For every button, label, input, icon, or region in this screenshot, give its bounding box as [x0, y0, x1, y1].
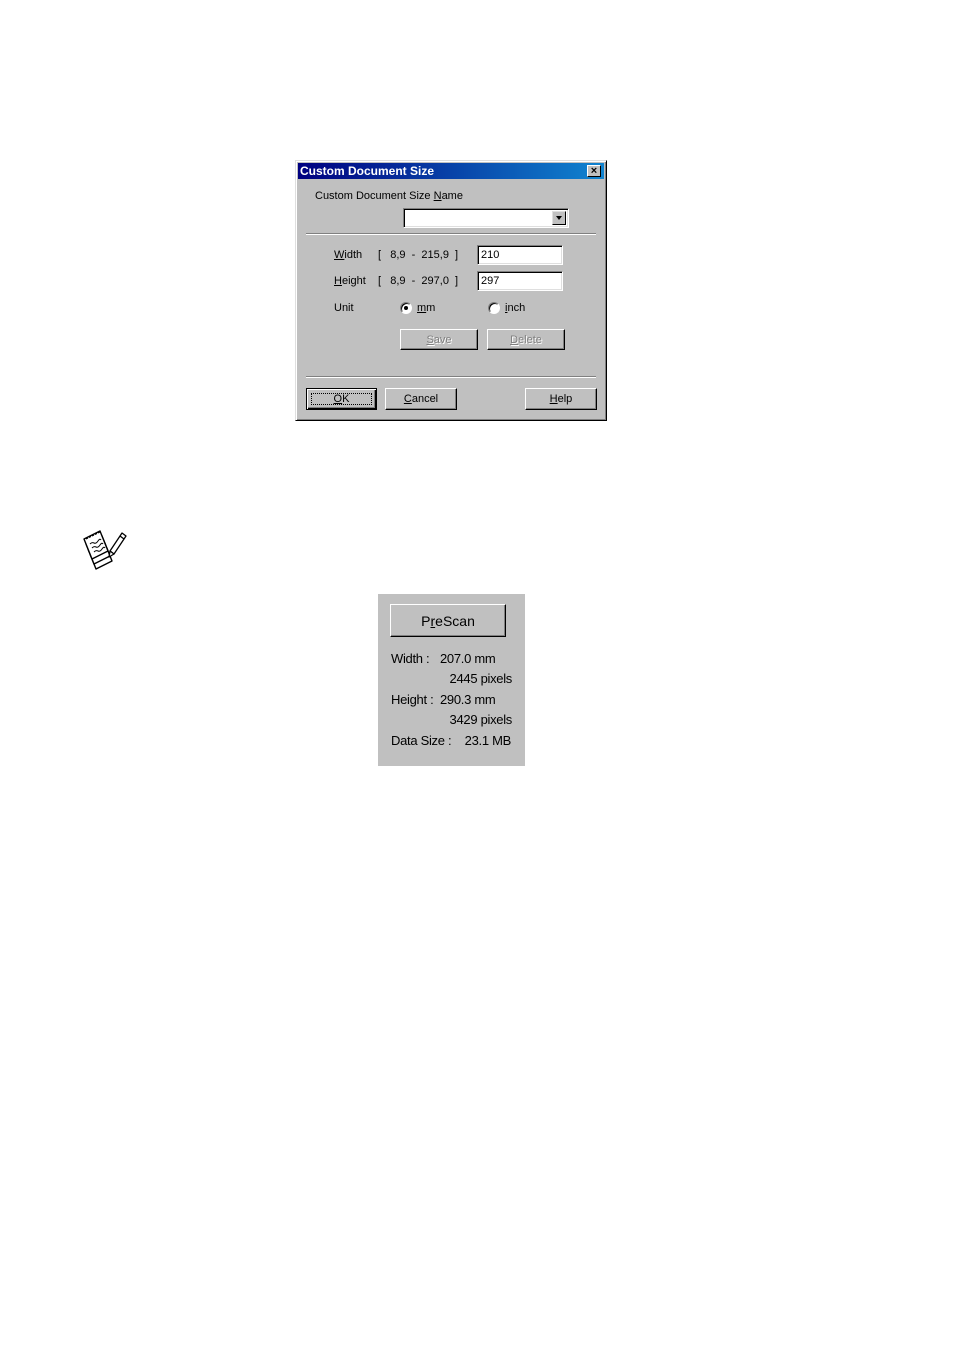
- close-icon: ×: [590, 165, 598, 177]
- prescan-panel: Pr eScan Width : 207.0 mm 2445 pixels Hei…: [378, 594, 525, 766]
- cancel-button[interactable]: Cancel: [385, 388, 457, 410]
- save-rest: ave: [433, 333, 452, 346]
- unit-mm-accel: m: [417, 302, 427, 314]
- size-name-combobox[interactable]: [403, 208, 569, 228]
- height-input[interactable]: [477, 271, 563, 291]
- scan-height-mm: 290.3 mm: [440, 692, 496, 707]
- width-range: [ 8,9 - 215,9 ]: [378, 249, 459, 261]
- ok-rest: K: [342, 393, 350, 405]
- scan-width-mm: 207.0 mm: [440, 651, 496, 666]
- height-label-accel: H: [334, 275, 342, 287]
- size-name-label-rest: ame: [441, 190, 463, 202]
- cancel-accel: C: [403, 393, 412, 405]
- custom-document-size-dialog: Custom Document Size × Custom Document S…: [295, 160, 607, 421]
- note-pencil-icon: [83, 530, 127, 570]
- scan-width-label: Width :: [391, 651, 430, 666]
- separator: [306, 233, 596, 235]
- help-accel: H: [549, 393, 558, 405]
- unit-label: Unit: [334, 302, 354, 314]
- close-button[interactable]: ×: [587, 165, 601, 177]
- width-label-accel: W: [334, 249, 345, 261]
- unit-inch-label[interactable]: inch: [505, 302, 525, 314]
- scan-data-size-value: 23.1 MB: [464, 733, 512, 748]
- ok-accel: O: [333, 393, 343, 405]
- size-name-label-accel: N: [433, 190, 442, 202]
- cancel-rest: ancel: [411, 393, 439, 405]
- dropdown-button[interactable]: [552, 211, 566, 225]
- save-accel: S: [426, 333, 434, 346]
- size-name-label: Custom Document Size Name: [315, 190, 463, 202]
- unit-mm-radio[interactable]: [400, 302, 412, 314]
- width-input[interactable]: [477, 245, 563, 265]
- scan-height-pixels: 3429 pixels: [449, 712, 513, 727]
- scan-height-label: Height :: [391, 692, 434, 707]
- scan-width-pixels: 2445 pixels: [449, 671, 513, 686]
- width-label: Width: [334, 249, 362, 261]
- scan-data-size-label: Data Size :: [391, 733, 452, 748]
- prescan-text-pre: P: [421, 612, 431, 629]
- radio-selected-dot: [404, 306, 408, 310]
- help-rest: elp: [557, 393, 573, 405]
- unit-inch-rest: nch: [507, 302, 526, 314]
- prescan-button[interactable]: Pr eScan: [390, 604, 506, 637]
- size-name-label-text: Custom Document Size: [315, 190, 434, 202]
- unit-mm-label[interactable]: mm: [417, 302, 435, 314]
- width-label-rest: idth: [344, 249, 363, 261]
- ok-button[interactable]: OK: [306, 388, 377, 410]
- unit-inch-radio[interactable]: [488, 302, 500, 314]
- separator: [306, 376, 596, 378]
- height-range: [ 8,9 - 297,0 ]: [378, 275, 459, 287]
- help-button[interactable]: Help: [525, 388, 597, 410]
- delete-rest: elete: [518, 333, 542, 346]
- chevron-down-icon: [556, 216, 562, 220]
- delete-button[interactable]: Delete: [487, 329, 565, 350]
- title-bar[interactable]: Custom Document Size ×: [298, 163, 604, 179]
- height-label: Height: [334, 275, 366, 287]
- dialog-title: Custom Document Size: [300, 164, 435, 178]
- height-label-rest: eight: [341, 275, 366, 287]
- unit-mm-rest: m: [426, 302, 436, 314]
- prescan-text-rest: eScan: [435, 612, 475, 629]
- delete-accel: D: [510, 333, 519, 346]
- save-button[interactable]: Save: [400, 329, 478, 350]
